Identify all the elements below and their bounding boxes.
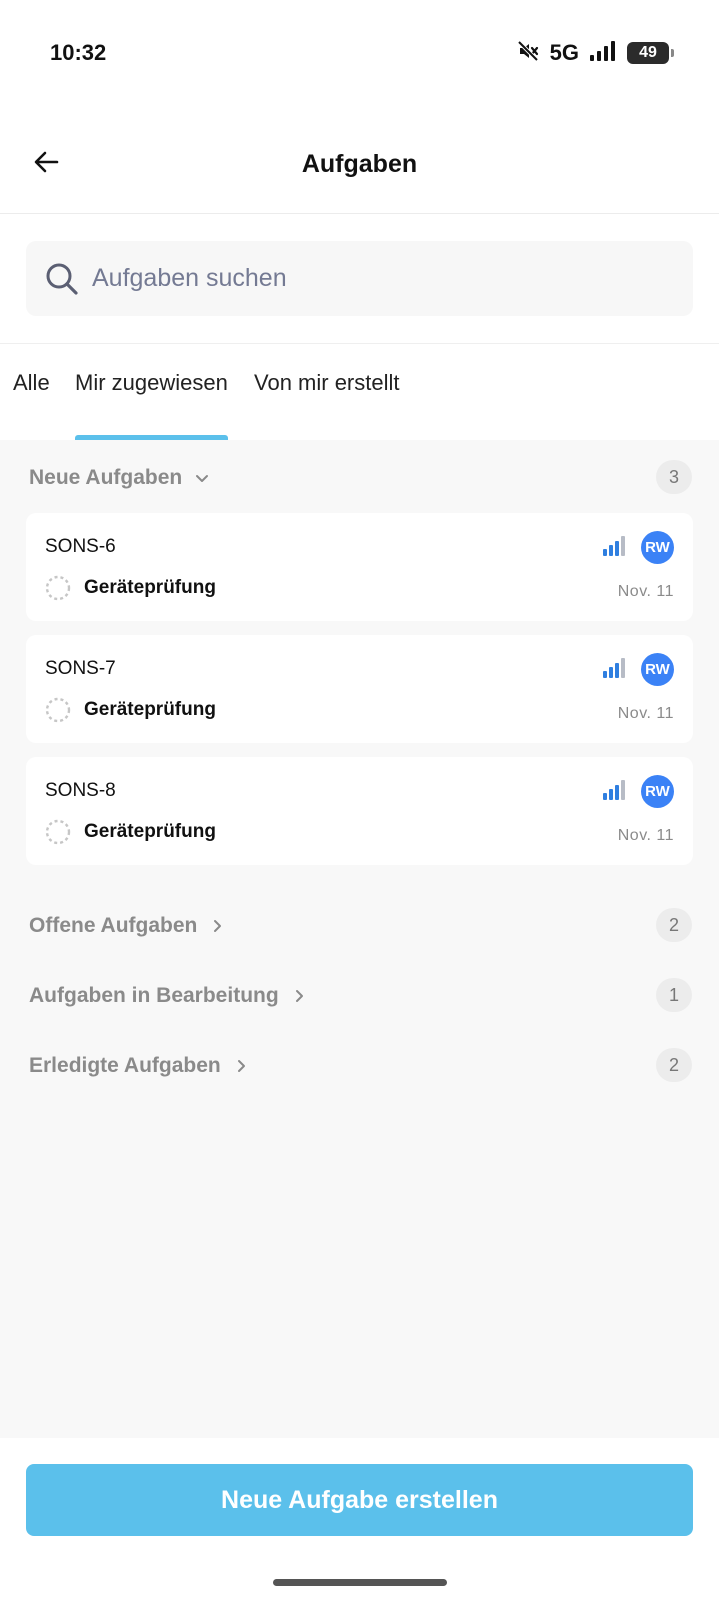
count-badge: 1 bbox=[656, 978, 692, 1012]
signal-icon bbox=[589, 40, 617, 67]
tab-bar: Alle Mir zugewiesen Von mir erstellt bbox=[0, 344, 719, 440]
tab-all[interactable]: Alle bbox=[13, 370, 50, 440]
tab-created-by-me[interactable]: Von mir erstellt bbox=[254, 370, 400, 440]
section-done-tasks[interactable]: Erledigte Aufgaben 2 bbox=[29, 1048, 692, 1084]
home-indicator[interactable] bbox=[273, 1579, 447, 1586]
section-title: Offene Aufgaben bbox=[29, 914, 198, 937]
section-title: Erledigte Aufgaben bbox=[29, 1054, 221, 1077]
tab-label: Alle bbox=[13, 370, 50, 395]
dashed-circle-icon bbox=[45, 697, 71, 723]
avatar[interactable]: RW bbox=[641, 775, 674, 808]
chevron-down-icon bbox=[194, 470, 210, 486]
count-badge: 2 bbox=[656, 1048, 692, 1082]
tab-label: Mir zugewiesen bbox=[75, 370, 228, 395]
task-id: SONS-8 bbox=[45, 780, 116, 801]
dashed-circle-icon bbox=[45, 575, 71, 601]
chevron-right-icon bbox=[209, 918, 225, 934]
avatar[interactable]: RW bbox=[641, 653, 674, 686]
chevron-right-icon bbox=[291, 988, 307, 1004]
signal-bars-icon bbox=[602, 657, 628, 679]
status-bar: 10:32 5G 49 bbox=[0, 0, 719, 100]
section-open-tasks[interactable]: Offene Aufgaben 2 bbox=[29, 908, 692, 944]
task-date: Nov. 11 bbox=[617, 583, 674, 600]
task-list: Neue Aufgaben 3 SONS-6 Geräteprüfung RW … bbox=[0, 440, 719, 1438]
battery-icon: 49 bbox=[627, 42, 674, 64]
status-time: 10:32 bbox=[50, 40, 107, 65]
section-in-progress-tasks[interactable]: Aufgaben in Bearbeitung 1 bbox=[29, 978, 692, 1014]
avatar[interactable]: RW bbox=[641, 531, 674, 564]
task-id: SONS-7 bbox=[45, 658, 116, 679]
tab-label: Von mir erstellt bbox=[254, 370, 400, 395]
chevron-right-icon bbox=[233, 1058, 249, 1074]
tab-assigned-to-me[interactable]: Mir zugewiesen bbox=[75, 370, 228, 440]
task-card[interactable]: SONS-6 Geräteprüfung RW Nov. 11 bbox=[26, 513, 693, 621]
mute-icon bbox=[516, 39, 540, 68]
task-title: Geräteprüfung bbox=[84, 577, 216, 598]
app-header: Aufgaben bbox=[0, 122, 719, 214]
search-input[interactable] bbox=[92, 264, 652, 293]
task-title: Geräteprüfung bbox=[84, 821, 216, 842]
page-title: Aufgaben bbox=[301, 150, 418, 178]
section-new-tasks[interactable]: Neue Aufgaben 3 bbox=[29, 460, 692, 496]
search-box[interactable] bbox=[26, 241, 693, 316]
dashed-circle-icon bbox=[45, 819, 71, 845]
task-id: SONS-6 bbox=[45, 536, 116, 557]
task-card[interactable]: SONS-8 Geräteprüfung RW Nov. 11 bbox=[26, 757, 693, 865]
section-title: Neue Aufgaben bbox=[29, 466, 183, 489]
task-date: Nov. 11 bbox=[617, 827, 674, 844]
count-badge: 2 bbox=[656, 908, 692, 942]
signal-bars-icon bbox=[602, 535, 628, 557]
create-task-button[interactable]: Neue Aufgabe erstellen bbox=[26, 1464, 693, 1536]
search-section bbox=[0, 214, 719, 344]
section-title: Aufgaben in Bearbeitung bbox=[29, 984, 279, 1007]
bottom-bar: Neue Aufgabe erstellen bbox=[0, 1438, 719, 1600]
search-icon bbox=[44, 261, 80, 297]
count-badge: 3 bbox=[656, 460, 692, 494]
status-icons: 5G 49 bbox=[516, 39, 674, 68]
task-title: Geräteprüfung bbox=[84, 699, 216, 720]
task-date: Nov. 11 bbox=[617, 705, 674, 722]
network-type: 5G bbox=[549, 40, 579, 65]
signal-bars-icon bbox=[602, 779, 628, 801]
task-card[interactable]: SONS-7 Geräteprüfung RW Nov. 11 bbox=[26, 635, 693, 743]
